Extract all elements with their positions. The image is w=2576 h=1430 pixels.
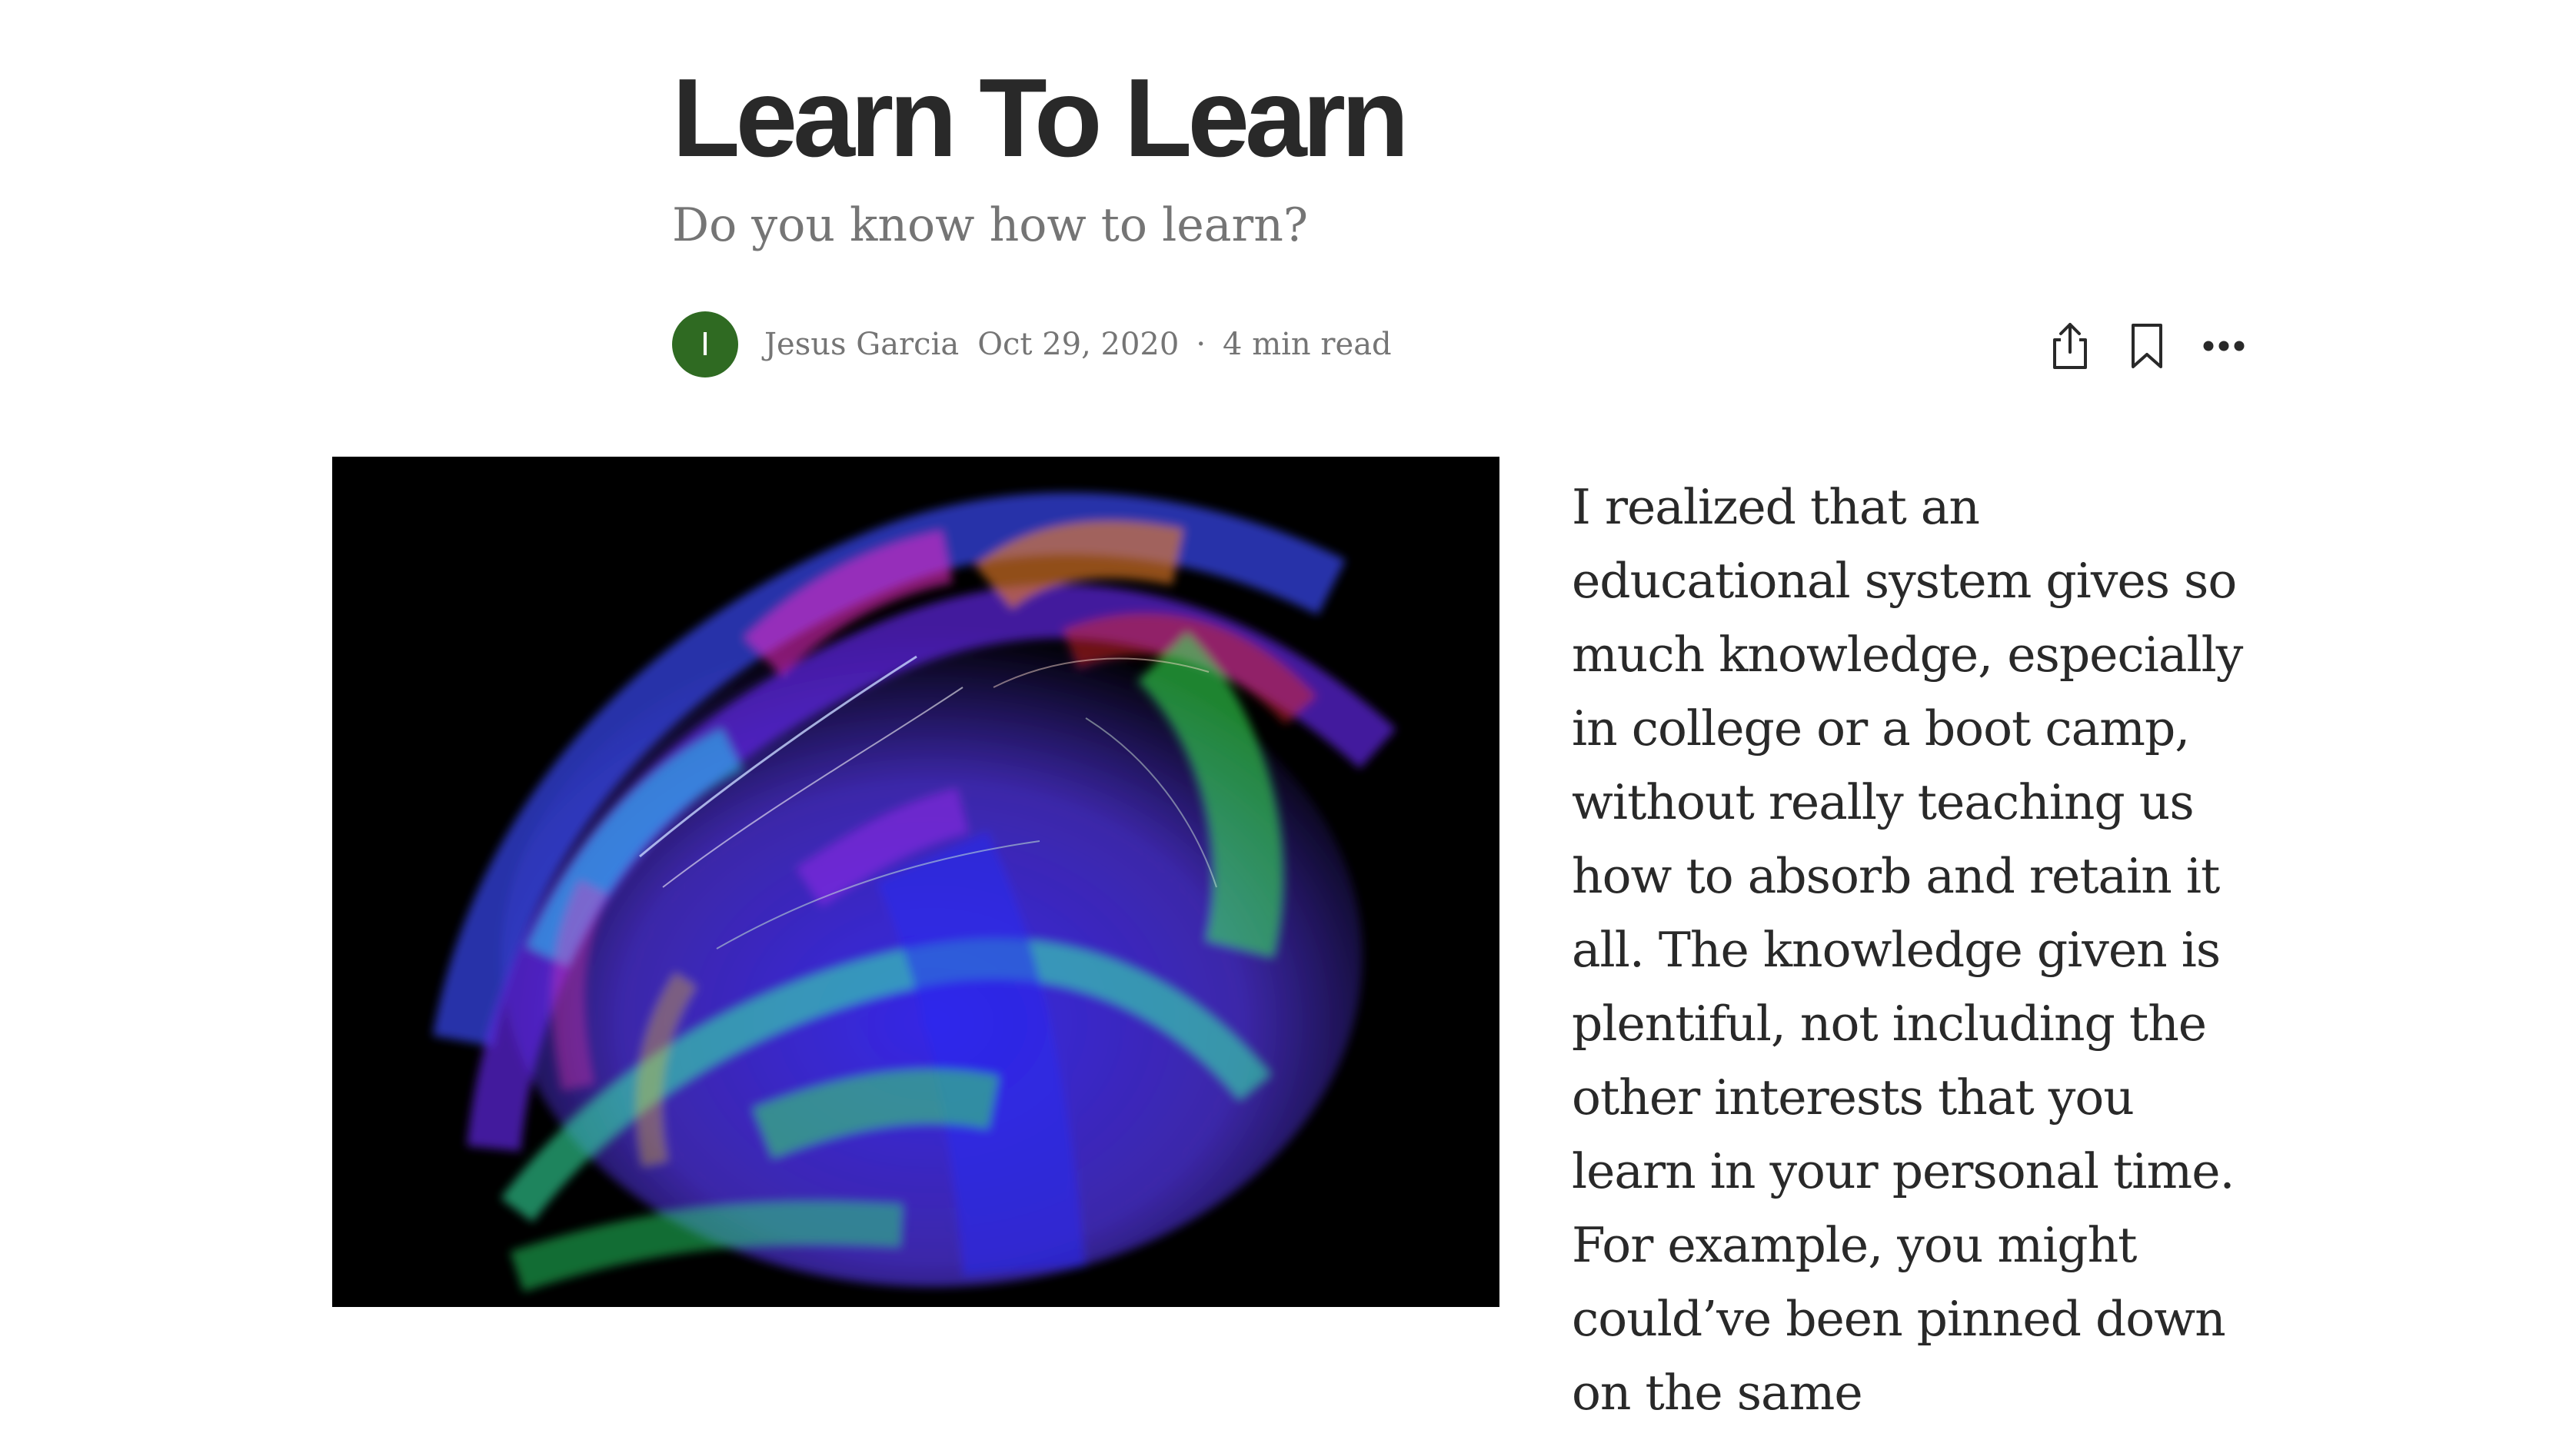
- article-title: Learn To Learn: [672, 55, 1409, 180]
- article-actions: [2042, 317, 2252, 375]
- byline-separator: ·: [1196, 327, 1206, 362]
- byline: I Jesus Garcia Oct 29, 2020 · 4 min read: [672, 311, 1392, 377]
- author-name[interactable]: Jesus Garcia: [764, 327, 959, 362]
- hero-image: [332, 457, 1499, 1307]
- bookmark-icon: [2132, 324, 2162, 368]
- author-avatar[interactable]: I: [672, 311, 738, 377]
- share-button[interactable]: [2042, 318, 2098, 374]
- more-options-button[interactable]: [2196, 318, 2252, 374]
- more-icon: [2203, 341, 2245, 351]
- brain-fiber-tract-image: [332, 457, 1499, 1307]
- avatar-initial: I: [700, 325, 711, 363]
- share-icon: [2053, 323, 2087, 369]
- bookmark-button[interactable]: [2119, 318, 2175, 374]
- article-body-paragraph: I realized that an educational system gi…: [1572, 479, 2243, 1421]
- article-subtitle: Do you know how to learn?: [672, 198, 1309, 252]
- publish-date: Oct 29, 2020: [977, 327, 1180, 362]
- read-time: 4 min read: [1223, 327, 1392, 362]
